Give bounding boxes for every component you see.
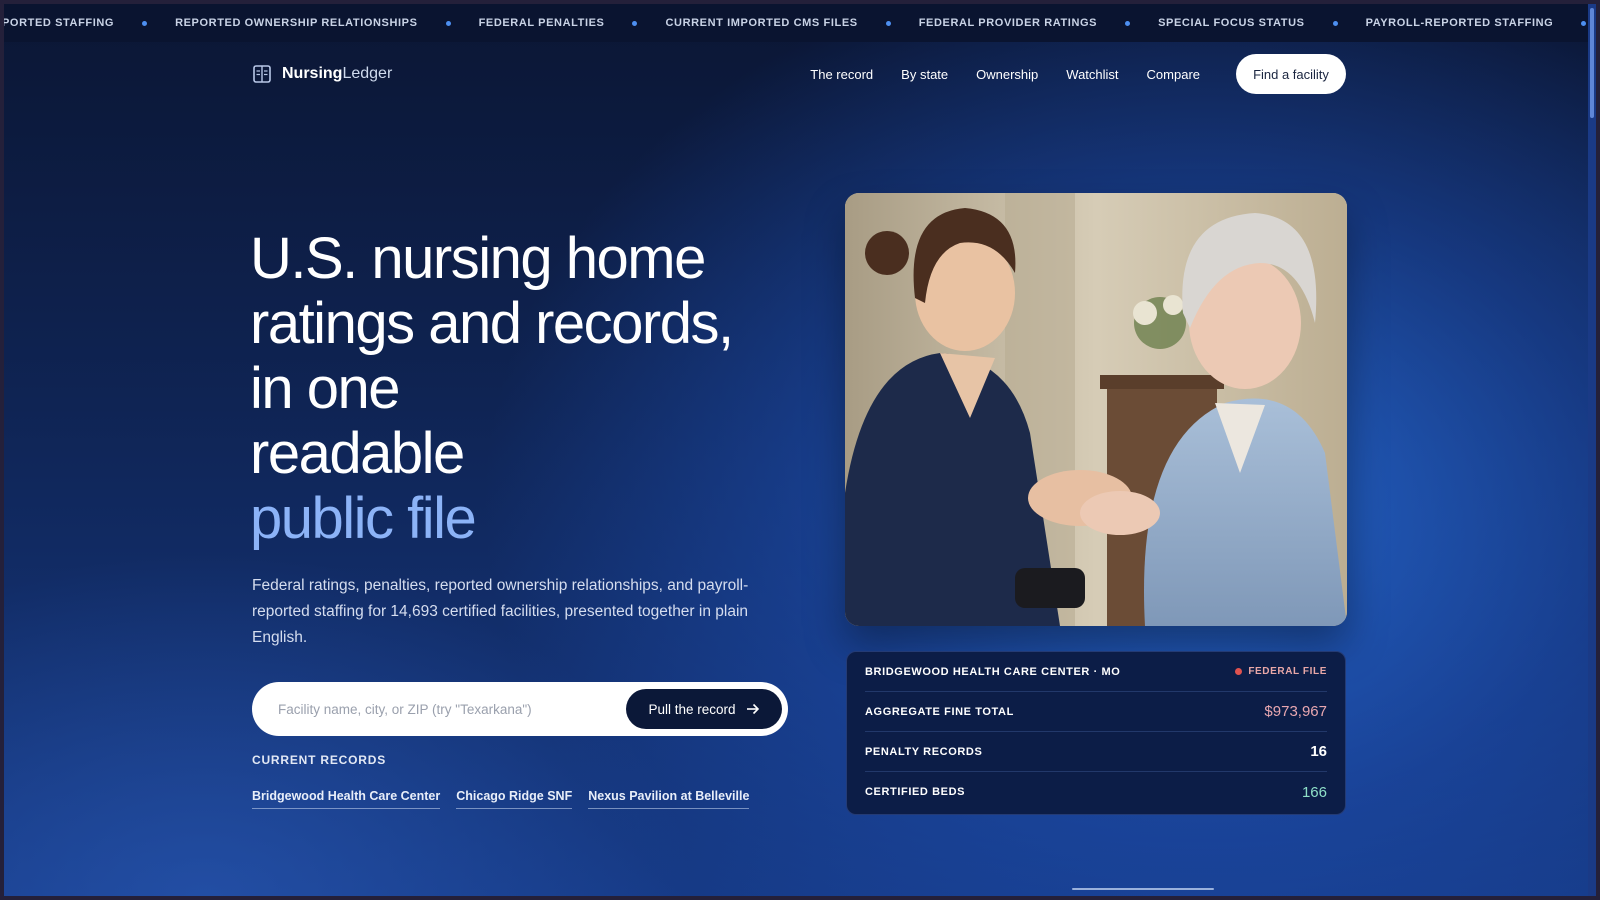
status-dot-icon: [1235, 668, 1243, 675]
record-link-nexus-pavilion[interactable]: Nexus Pavilion at Belleville: [588, 789, 750, 809]
card-row-certified-beds: CERTIFIED BEDS 166: [865, 772, 1327, 812]
caregiver-resident-photo: [845, 193, 1347, 626]
card-row-penalty-records: PENALTY RECORDS 16: [865, 732, 1327, 772]
ticker-track: PORTED STAFFING REPORTED OWNERSHIP RELATI…: [4, 17, 1596, 29]
facility-search-bar: Pull the record: [252, 682, 788, 736]
ticker-separator-dot: [632, 20, 638, 26]
top-nav: NursingLedger The record By state Owners…: [252, 52, 1346, 96]
hero-title-accent: public file: [250, 486, 477, 551]
federal-file-badge: FEDERAL FILE: [1235, 666, 1327, 677]
hero-title-line: U.S. nursing home: [250, 226, 706, 291]
ticker-separator-dot: [885, 20, 891, 26]
scrollbar-thumb[interactable]: [1590, 8, 1594, 118]
fine-total-value: $973,967: [1264, 703, 1327, 720]
nav-link-the-record[interactable]: The record: [810, 67, 873, 82]
penalty-records-value: 16: [1310, 743, 1327, 760]
brand-name-light: Ledger: [342, 65, 393, 82]
hero-title: U.S. nursing home ratings and records, i…: [250, 226, 810, 551]
certified-beds-label: CERTIFIED BEDS: [865, 786, 966, 798]
record-link-chicago-ridge[interactable]: Chicago Ridge SNF: [456, 789, 573, 809]
fine-total-label: AGGREGATE FINE TOTAL: [865, 705, 1014, 718]
ticker-item: CURRENT IMPORTED CMS FILES: [665, 17, 858, 29]
facility-summary-card: BRIDGEWOOD HEALTH CARE CENTER · MO FEDER…: [846, 651, 1346, 815]
ticker-bar: PORTED STAFFING REPORTED OWNERSHIP RELATI…: [4, 4, 1596, 42]
nav-link-compare[interactable]: Compare: [1147, 67, 1200, 82]
ticker-separator-dot: [1125, 20, 1131, 26]
find-facility-button[interactable]: Find a facility: [1236, 54, 1346, 94]
penalty-records-label: PENALTY RECORDS: [865, 745, 983, 758]
pull-record-label: Pull the record: [648, 701, 736, 717]
ticker-separator-dot: [445, 20, 451, 26]
ticker-separator-dot: [142, 20, 148, 26]
record-link-bridgewood[interactable]: Bridgewood Health Care Center: [252, 789, 441, 809]
ticker-separator-dot: [1581, 20, 1587, 26]
nav-link-by-state[interactable]: By state: [901, 67, 948, 82]
nav-link-ownership[interactable]: Ownership: [976, 67, 1038, 82]
ticker-item: SPECIAL FOCUS STATUS: [1158, 17, 1305, 29]
hero-title-line: readable: [250, 421, 465, 486]
ledger-book-icon: [253, 65, 271, 83]
brand-name: NursingLedger: [282, 65, 392, 83]
current-records-label: CURRENT RECORDS: [252, 753, 387, 767]
hero-title-line: in one: [250, 356, 401, 421]
ticker-item: PAYROLL-REPORTED STAFFING: [1365, 17, 1554, 29]
hero-photo: [845, 193, 1347, 626]
page: PORTED STAFFING REPORTED OWNERSHIP RELATI…: [0, 0, 1600, 900]
card-row-fine-total: AGGREGATE FINE TOTAL $973,967: [865, 692, 1327, 732]
federal-file-label: FEDERAL FILE: [1248, 666, 1327, 677]
ticker-item: FEDERAL PENALTIES: [478, 17, 605, 29]
facility-search-input[interactable]: [278, 701, 626, 717]
current-records-list: Bridgewood Health Care Center Chicago Ri…: [252, 789, 750, 809]
hero-subtitle: Federal ratings, penalties, reported own…: [252, 577, 749, 646]
pull-record-button[interactable]: Pull the record: [626, 689, 782, 729]
certified-beds-value: 166: [1301, 783, 1327, 801]
hero-title-line: ratings and records,: [250, 291, 734, 356]
nav-links: The record By state Ownership Watchlist …: [810, 67, 1200, 82]
scroll-indicator: [1072, 888, 1214, 890]
scrollbar[interactable]: [1588, 4, 1596, 896]
ticker-separator-dot: [1332, 20, 1338, 26]
card-header-row: BRIDGEWOOD HEALTH CARE CENTER · MO FEDER…: [865, 652, 1327, 692]
ticker-item: FEDERAL PROVIDER RATINGS: [918, 17, 1098, 29]
nav-link-watchlist[interactable]: Watchlist: [1066, 67, 1118, 82]
ticker-item: PORTED STAFFING: [4, 17, 115, 29]
facility-name: BRIDGEWOOD HEALTH CARE CENTER · MO: [865, 665, 1121, 678]
brand-logo[interactable]: NursingLedger: [252, 64, 392, 84]
brand-name-bold: Nursing: [282, 65, 343, 82]
arrow-right-icon: [746, 703, 759, 715]
ticker-item: REPORTED OWNERSHIP RELATIONSHIPS: [175, 17, 418, 29]
